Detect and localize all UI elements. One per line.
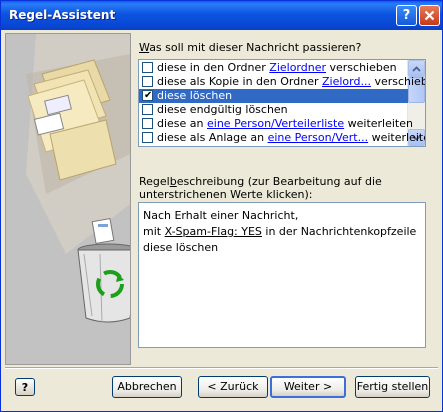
back-button[interactable]: < Zurück: [198, 376, 268, 398]
description-line: Nach Erhalt einer Nachricht,: [143, 209, 299, 222]
cancel-button[interactable]: Abbrechen: [112, 376, 182, 398]
action-item[interactable]: diese in den Ordner Zielordner verschieb…: [139, 61, 408, 75]
action-link[interactable]: eine Person/Vert...: [268, 131, 369, 144]
title-bar: Regel-Assistent ?: [1, 1, 442, 30]
action-link[interactable]: eine Person/Verteilerliste: [207, 117, 344, 130]
action-text: weiterleiten: [371, 131, 425, 144]
action-checkbox[interactable]: [142, 76, 153, 87]
close-icon: [424, 10, 435, 21]
action-text: verschieben: [326, 61, 397, 74]
help-button[interactable]: ?: [15, 378, 35, 396]
description-line: mit X-Spam-Flag: YES in der Nachrichtenk…: [143, 225, 417, 238]
action-text: weiterleiten: [344, 117, 413, 130]
description-line: diese löschen: [143, 241, 219, 254]
action-text: diese als Kopie in den Ordner: [157, 75, 322, 88]
action-text: diese löschen: [157, 89, 233, 102]
checkmark-icon: ✔: [144, 90, 153, 101]
action-list[interactable]: diese in den Ordner Zielordner verschieb…: [138, 59, 426, 147]
question-text: as soll mit dieser Nachricht passieren?: [149, 41, 362, 54]
question-label: Was soll mit dieser Nachricht passieren?: [139, 41, 362, 54]
action-item[interactable]: ✔ diese löschen: [139, 89, 408, 103]
spam-flag-link[interactable]: X-Spam-Flag: YES: [165, 225, 262, 238]
rule-description-box: Nach Erhalt einer Nachricht, mit X-Spam-…: [138, 202, 426, 348]
chevron-up-icon: [412, 65, 421, 72]
action-text: verschieben: [374, 75, 425, 88]
wizard-illustration: [5, 33, 131, 365]
title-close-button[interactable]: [419, 5, 440, 26]
action-item[interactable]: diese endgültig löschen: [139, 103, 408, 117]
action-text: diese als Anlage an: [157, 131, 268, 144]
help-icon: ?: [21, 380, 29, 394]
illustration-graphic: [6, 34, 130, 364]
action-text: diese in den Ordner: [157, 61, 270, 74]
action-checkbox[interactable]: [142, 104, 153, 115]
action-checkbox[interactable]: ✔: [142, 90, 153, 101]
action-link[interactable]: Zielordner: [269, 61, 326, 74]
action-item[interactable]: diese als Kopie in den Ordner Zielord...…: [139, 75, 425, 89]
action-checkbox[interactable]: [142, 118, 153, 129]
window-title: Regel-Assistent: [9, 8, 116, 22]
action-checkbox[interactable]: [142, 132, 153, 143]
action-checkbox[interactable]: [142, 62, 153, 73]
action-link[interactable]: Zielord...: [322, 75, 371, 88]
action-text: diese an: [157, 117, 208, 130]
next-button[interactable]: Weiter >: [270, 376, 346, 398]
action-text: diese endgültig löschen: [157, 103, 288, 116]
wizard-window: Regel-Assistent ? Was soll mit dieser Na…: [0, 0, 443, 412]
action-item[interactable]: diese als Anlage an eine Person/Vert... …: [139, 131, 425, 145]
help-icon: ?: [402, 8, 411, 23]
rule-description-label: Regelbeschreibung (zur Bearbeitung auf d…: [139, 175, 382, 201]
finish-button[interactable]: Fertig stellen: [355, 376, 430, 398]
title-help-button[interactable]: ?: [396, 5, 417, 26]
action-item[interactable]: diese an eine Person/Verteilerliste weit…: [139, 117, 413, 131]
separator: [5, 367, 438, 369]
